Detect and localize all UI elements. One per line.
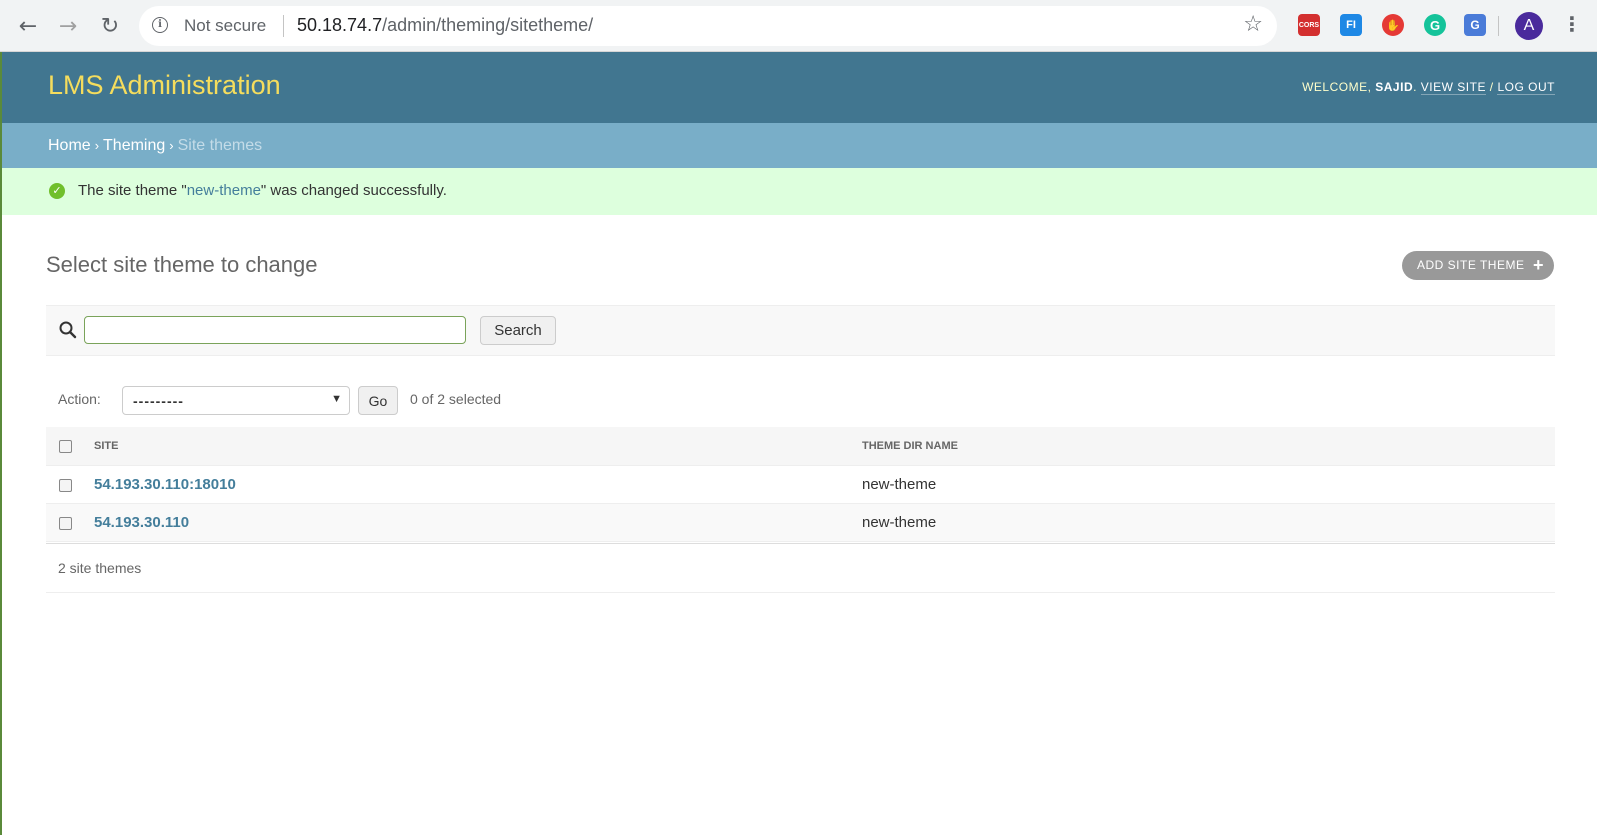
username: sajid (1375, 80, 1414, 94)
view-site-link[interactable]: View site (1420, 80, 1486, 95)
url-path: /admin/theming/sitetheme/ (382, 15, 594, 35)
breadcrumb-home[interactable]: Home (48, 137, 91, 154)
address-bar[interactable]: i Not secure 50.18.74.7/admin/theming/si… (139, 6, 1277, 46)
select-all-header (46, 427, 94, 466)
user-tools: Welcome, sajid. View site / Log out (1302, 80, 1555, 95)
row-checkbox[interactable] (59, 478, 72, 492)
info-icon[interactable]: i (152, 17, 168, 33)
site-cell: 54.193.30.110:18010 (94, 465, 862, 504)
message-theme-link[interactable]: new-theme (187, 182, 261, 199)
go-button[interactable]: Go (358, 386, 398, 415)
breadcrumb-current: Site themes (177, 137, 263, 154)
breadcrumb-separator: › (94, 138, 100, 153)
search-icon (59, 321, 77, 339)
page-title: Select site theme to change (46, 252, 318, 277)
row-checkbox[interactable] (59, 516, 72, 530)
profile-avatar[interactable]: A (1515, 12, 1543, 40)
add-site-theme-label: ADD SITE THEME (1417, 258, 1525, 272)
site-cell: 54.193.30.110 (94, 503, 862, 542)
search-input[interactable] (84, 316, 466, 344)
theme-dir-name-cell: new-theme (862, 465, 1555, 504)
toolbar-divider (1498, 16, 1499, 36)
fi-extension-icon[interactable]: FI (1340, 14, 1362, 36)
grammarly-extension-icon[interactable]: G (1424, 14, 1446, 36)
breadcrumb-separator: › (169, 138, 174, 153)
breadcrumb: Home › Theming › Site themes (0, 123, 1597, 168)
theme-dir-name-cell: new-theme (862, 503, 1555, 542)
left-border (0, 215, 2, 835)
translate-extension-icon[interactable]: G (1464, 14, 1486, 36)
site-link[interactable]: 54.193.30.110 (94, 514, 189, 531)
security-label: Not secure (184, 16, 267, 35)
url-text[interactable]: 50.18.74.7/admin/theming/sitetheme/ (297, 15, 593, 36)
row-checkbox-cell (46, 503, 94, 542)
table-header-row: SITE THEME DIR NAME (46, 427, 1555, 466)
site-branding[interactable]: LMS Administration (48, 70, 281, 101)
action-select[interactable]: --------- ▼ (122, 386, 350, 415)
table-row: 54.193.30.110:18010 new-theme (46, 465, 1555, 504)
column-header-theme-dir-name[interactable]: THEME DIR NAME (862, 427, 1555, 466)
admin-header: LMS Administration Welcome, sajid. View … (0, 52, 1597, 123)
selection-counter: 0 of 2 selected (410, 391, 502, 407)
bookmark-star-icon[interactable]: ☆ (1243, 12, 1263, 37)
cors-extension-icon[interactable]: CORS (1298, 14, 1320, 36)
success-message-text: The site theme "new-theme" was changed s… (78, 182, 447, 199)
adblock-extension-icon[interactable]: ✋ (1382, 14, 1404, 36)
add-site-theme-button[interactable]: ADD SITE THEME + (1402, 251, 1554, 280)
action-label: Action: (58, 391, 101, 407)
action-selected-value: --------- (133, 393, 184, 409)
dropdown-arrow-icon: ▼ (331, 393, 342, 405)
forward-arrow-icon[interactable]: → (52, 10, 84, 42)
search-button[interactable]: Search (480, 316, 556, 345)
column-header-site[interactable]: SITE (94, 427, 862, 466)
results-table: SITE THEME DIR NAME 54.193.30.110:18010 … (46, 427, 1555, 542)
select-all-checkbox[interactable] (59, 439, 72, 453)
plus-icon: + (1532, 255, 1544, 275)
browser-menu-icon[interactable]: ⋮ (1562, 12, 1582, 36)
welcome-text: Welcome, (1302, 80, 1372, 94)
table-row: 54.193.30.110 new-theme (46, 503, 1555, 542)
reload-icon[interactable]: ↻ (94, 10, 126, 42)
browser-toolbar: ← → ↻ i Not secure 50.18.74.7/admin/them… (0, 0, 1597, 52)
log-out-link[interactable]: Log out (1497, 80, 1555, 95)
url-host: 50.18.74.7 (297, 15, 383, 35)
paginator: 2 site themes (46, 543, 1555, 593)
success-check-icon: ✓ (49, 183, 65, 199)
success-message: ✓ The site theme "new-theme" was changed… (0, 168, 1597, 215)
back-arrow-icon[interactable]: ← (12, 10, 44, 42)
row-checkbox-cell (46, 465, 94, 504)
breadcrumb-theming[interactable]: Theming (103, 137, 165, 154)
actions-bar: Action: --------- ▼ Go 0 of 2 selected (46, 383, 1555, 419)
site-link[interactable]: 54.193.30.110:18010 (94, 476, 236, 493)
address-separator (283, 15, 284, 37)
search-toolbar: Search (46, 305, 1555, 356)
